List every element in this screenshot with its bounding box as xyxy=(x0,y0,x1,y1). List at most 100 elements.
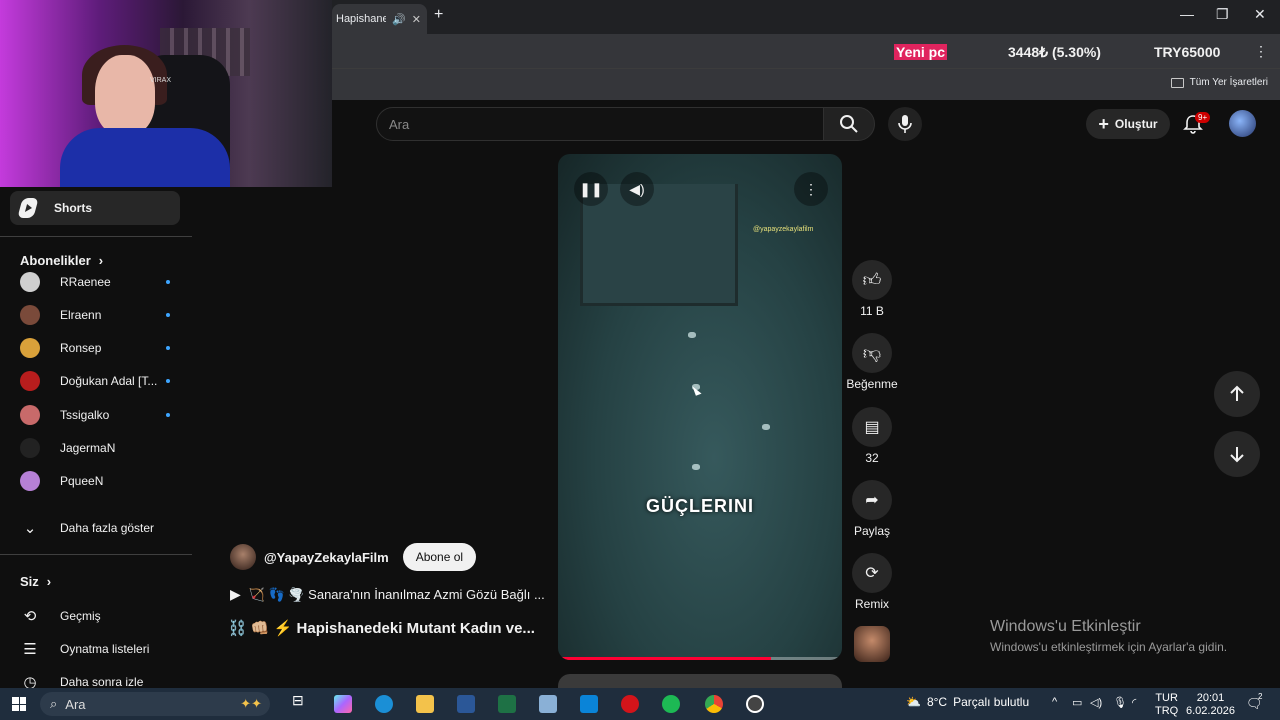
minimize-button[interactable]: — xyxy=(1180,6,1194,22)
sidebar-subscription-item[interactable]: Tssigalko xyxy=(20,402,170,428)
subscription-name: Tssigalko xyxy=(60,408,110,422)
speaker-icon[interactable]: 🔊 xyxy=(392,13,406,26)
channel-avatar[interactable] xyxy=(230,544,256,570)
voice-search-button[interactable] xyxy=(888,107,922,141)
webcam-overlay: VIRAX xyxy=(0,0,332,187)
dislike-action[interactable]: 👎︎ Beğenme xyxy=(846,333,898,391)
sidebar-item-playlists[interactable]: ☰ Oynatma listeleri xyxy=(20,636,170,662)
previous-video-button[interactable] xyxy=(1214,371,1260,417)
notification-badge: 9+ xyxy=(1195,112,1211,123)
pause-icon: ❚❚ xyxy=(579,180,603,197)
language-indicator[interactable]: TUR TRQ xyxy=(1155,692,1178,718)
volume-button[interactable]: ◀) xyxy=(620,172,654,206)
menu-dots-icon[interactable]: ⋮ xyxy=(1254,43,1268,60)
browser-tab[interactable]: Hapishanedeki 🔊 ✕ xyxy=(332,4,427,34)
playlist-link[interactable]: ▶ 🏹 👣 🌪️ Sanara'nın İnanılmaz Azmi Gözü … xyxy=(230,586,550,603)
share-button[interactable]: ➦ xyxy=(852,480,892,520)
weather-desc: Parçalı bulutlu xyxy=(953,695,1030,709)
microphone-icon[interactable]: 🎙︎ xyxy=(1113,696,1127,709)
copilot-icon[interactable] xyxy=(334,695,352,713)
subscriptions-heading[interactable]: Abonelikler › xyxy=(20,253,103,268)
sidebar-subscription-item[interactable]: Elraenn xyxy=(20,302,170,328)
new-content-dot xyxy=(166,379,170,383)
edge-icon[interactable] xyxy=(375,695,393,713)
create-button[interactable]: + Oluştur xyxy=(1086,109,1170,139)
next-video-button[interactable] xyxy=(1214,431,1260,477)
sidebar-subscription-item[interactable]: PqueeN xyxy=(20,468,170,494)
avatar[interactable] xyxy=(1229,110,1256,137)
battery-icon[interactable]: ▭ xyxy=(1072,696,1082,709)
obs-icon[interactable] xyxy=(746,695,764,713)
you-heading[interactable]: Siz › xyxy=(20,574,51,589)
like-button[interactable]: 👍︎ xyxy=(852,260,892,300)
like-count: 11 B xyxy=(860,304,884,318)
sidebar-subscription-item[interactable]: Doğukan Adal [T... xyxy=(20,368,170,394)
video-caption: GÜÇLERINI xyxy=(646,496,754,516)
video-scene-window xyxy=(580,184,738,306)
share-action[interactable]: ➦ Paylaş xyxy=(852,480,892,538)
remix-icon: ⟳ xyxy=(865,565,879,582)
sidebar-item-label: Geçmiş xyxy=(60,609,101,623)
close-window-button[interactable]: ✕ xyxy=(1254,6,1266,23)
search-icon xyxy=(840,115,858,133)
address-bar[interactable]: Yeni pc 3448₺ (5.30%) TRY65000 ⋮ xyxy=(332,34,1280,68)
subscribe-button[interactable]: Abone ol xyxy=(402,543,477,571)
maximize-button[interactable]: ❐ xyxy=(1216,6,1229,23)
taskbar: ⌕ Ara ✦✦ ⊟ ⛅ 8°C Parçalı bulutlu ^ ▭ ◁) … xyxy=(0,688,1280,720)
video-progress-bar[interactable] xyxy=(558,657,842,660)
wifi-icon[interactable]: ◜ xyxy=(1132,696,1136,709)
like-action[interactable]: 👍︎ 11 B xyxy=(852,260,892,318)
bookmarks-bar: Tüm Yer İşaretleri xyxy=(332,68,1280,100)
show-more-button[interactable]: ⌄ Daha fazla göster xyxy=(20,515,170,541)
bookmarks-label: Tüm Yer İşaretleri xyxy=(1189,77,1268,88)
calculator-icon[interactable] xyxy=(539,695,557,713)
new-tab-button[interactable]: + xyxy=(434,6,443,24)
remix-button[interactable]: ⟳ xyxy=(852,553,892,593)
search-button[interactable] xyxy=(823,107,875,141)
clock[interactable]: 20:01 6.02.2026 xyxy=(1186,692,1235,718)
tab-close-icon[interactable]: ✕ xyxy=(412,13,421,26)
store-icon[interactable] xyxy=(580,695,598,713)
chevron-right-icon: › xyxy=(98,253,104,268)
chrome-icon[interactable] xyxy=(705,695,723,713)
opera-icon[interactable] xyxy=(621,695,639,713)
channel-thumbnail[interactable] xyxy=(854,626,890,662)
word-icon[interactable] xyxy=(457,695,475,713)
pause-button[interactable]: ❚❚ xyxy=(574,172,608,206)
sidebar-item-label: Oynatma listeleri xyxy=(60,642,150,656)
task-view-icon[interactable]: ⊟ xyxy=(292,692,304,709)
remix-action[interactable]: ⟳ Remix xyxy=(852,553,892,611)
sidebar-item-shorts[interactable]: Shorts xyxy=(10,191,180,225)
subscriptions-label: Abonelikler xyxy=(20,253,91,268)
comments-button[interactable]: ▤ xyxy=(852,407,892,447)
weather-cloud-icon: ⛅ xyxy=(906,695,921,709)
sidebar-subscription-item[interactable]: Ronsep xyxy=(20,335,170,361)
dislike-button[interactable]: 👎︎ xyxy=(852,333,892,373)
volume-icon[interactable]: ◁) xyxy=(1090,696,1102,709)
comment-count: 32 xyxy=(865,451,879,465)
comments-action[interactable]: ▤ 32 xyxy=(852,407,892,465)
taskbar-search-label: Ara xyxy=(65,696,86,712)
all-bookmarks[interactable]: Tüm Yer İşaretleri xyxy=(1170,77,1268,88)
webcam-body xyxy=(60,128,230,187)
video-more-button[interactable]: ⋮ xyxy=(794,172,828,206)
new-content-dot xyxy=(166,346,170,350)
sidebar-item-history[interactable]: ⟲ Geçmiş xyxy=(20,603,170,629)
shorts-video-player[interactable]: ❚❚ ◀) ⋮ @yapayzekaylafilm GÜÇLERINI xyxy=(558,154,842,660)
excel-icon[interactable] xyxy=(498,695,516,713)
taskbar-search[interactable]: ⌕ Ara ✦✦ xyxy=(40,692,270,716)
sidebar-subscription-item[interactable]: JagermaN xyxy=(20,435,170,461)
spotify-icon[interactable] xyxy=(662,695,680,713)
windows-start-icon[interactable] xyxy=(12,697,26,711)
weather-widget[interactable]: ⛅ 8°C Parçalı bulutlu xyxy=(906,695,1029,709)
avatar xyxy=(20,338,40,358)
plus-icon: + xyxy=(1098,113,1109,134)
file-explorer-icon[interactable] xyxy=(416,695,434,713)
shorts-icon xyxy=(17,198,39,218)
sidebar-item-label: Daha sonra izle xyxy=(60,675,144,689)
search-input[interactable]: Ara xyxy=(376,107,824,141)
channel-name[interactable]: @YapayZekaylaFilm xyxy=(264,550,389,565)
video-title: ⛓️ 👊🏼 ⚡ Hapishanedeki Mutant Kadın ve... xyxy=(228,620,535,637)
chevron-up-icon[interactable]: ^ xyxy=(1052,696,1057,708)
sidebar-subscription-item[interactable]: RRaenee xyxy=(20,269,170,295)
